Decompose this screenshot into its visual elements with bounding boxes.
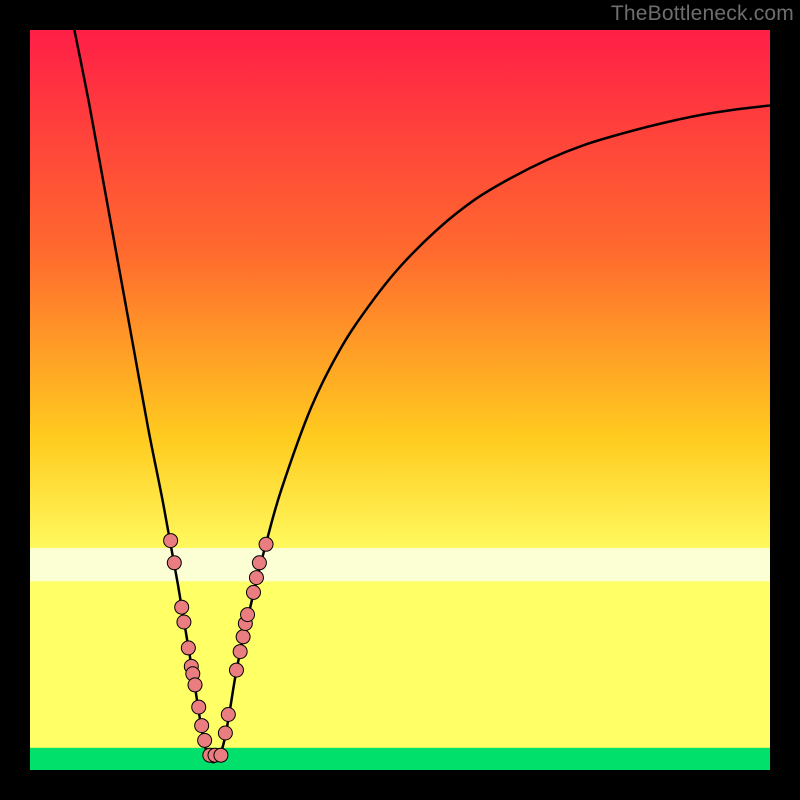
background-gradient [30,30,770,770]
sample-point [221,708,235,722]
sample-point [192,700,206,714]
sample-point [175,600,189,614]
pale-band [30,548,770,581]
sample-point [177,615,191,629]
sample-point [195,719,209,733]
sample-point [188,678,202,692]
sample-point [214,748,228,762]
sample-point [233,645,247,659]
sample-point [198,733,212,747]
sample-point [241,608,255,622]
chart-frame [30,30,770,770]
sample-point [252,556,266,570]
sample-point [218,726,232,740]
green-band [30,748,770,770]
sample-point [246,585,260,599]
sample-point [259,537,273,551]
sample-point [249,571,263,585]
sample-point [164,534,178,548]
sample-point [229,663,243,677]
sample-point [167,556,181,570]
sample-point [236,630,250,644]
sample-point [181,641,195,655]
watermark-text: TheBottleneck.com [611,2,794,26]
chart-svg [30,30,770,770]
